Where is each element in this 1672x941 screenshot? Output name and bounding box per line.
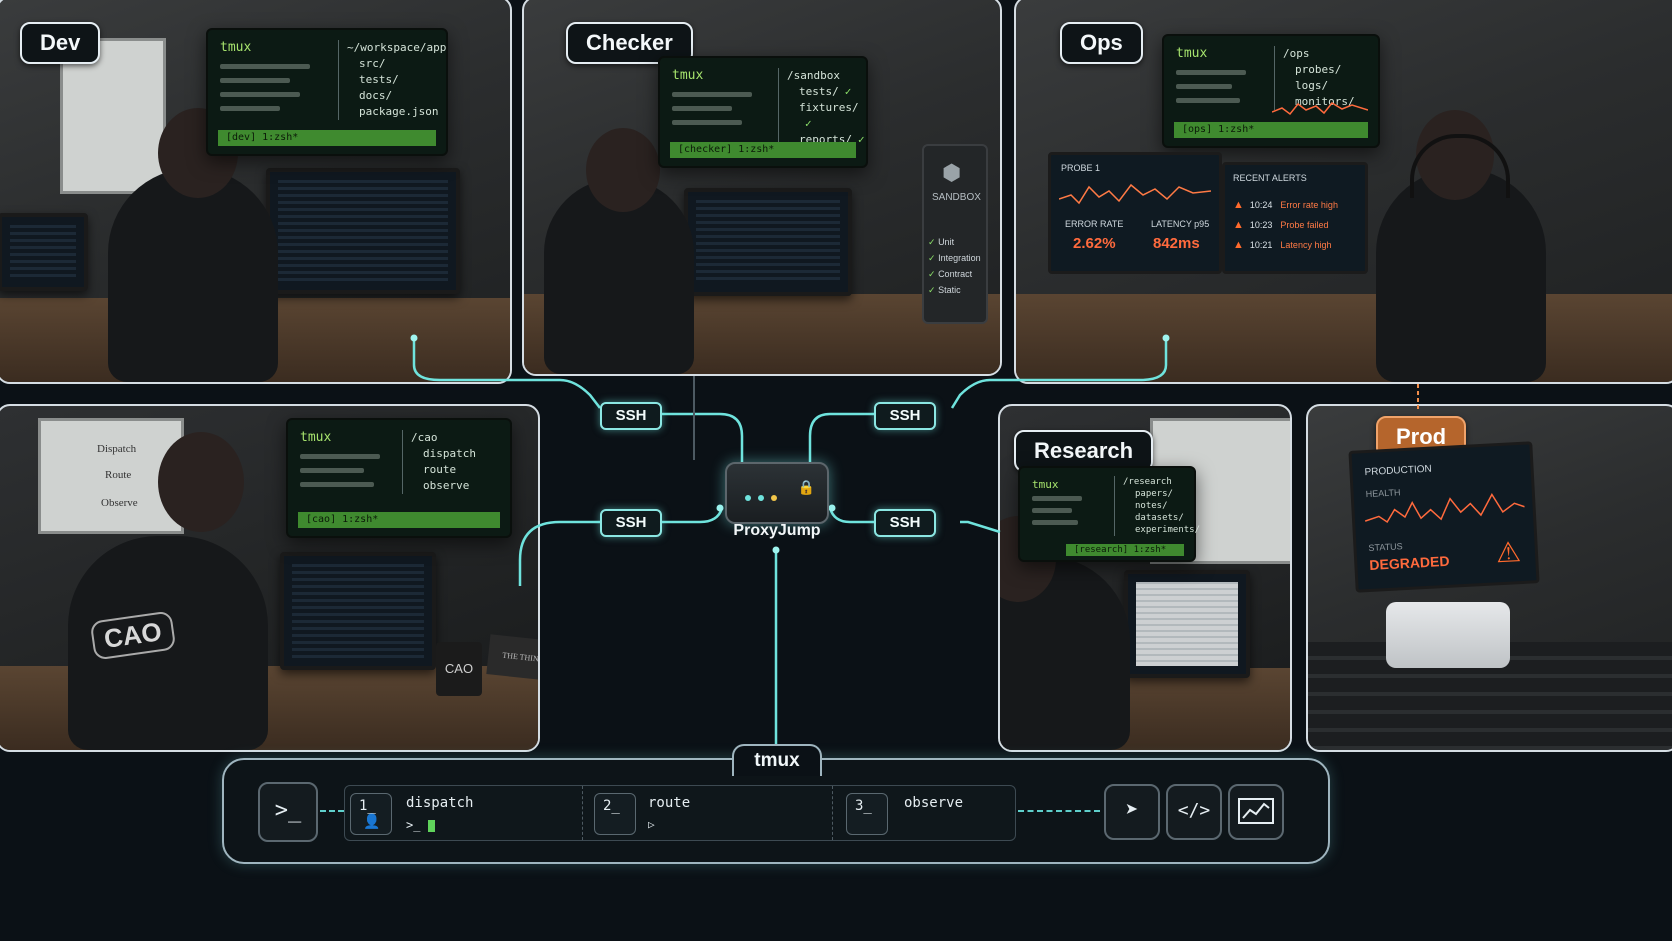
wire-ssh-tl [658, 412, 744, 462]
step-3-label[interactable]: observe [904, 795, 963, 811]
proxyjump-label: ProxyJump [733, 522, 821, 539]
ssh-link-research: SSH [874, 509, 936, 537]
step-1-label[interactable]: dispatch [406, 795, 473, 811]
proxyjump-device: 🔒 [725, 462, 829, 524]
wire-node [772, 546, 780, 554]
wire-ops [950, 338, 1168, 409]
step-3-number[interactable]: 3_ [846, 793, 888, 835]
code-icon[interactable]: </> [1166, 784, 1222, 840]
wire-ssh-tr [808, 412, 874, 462]
wire-research [960, 520, 1001, 534]
wire-cao [518, 520, 600, 586]
send-icon[interactable]: ➤ [1104, 784, 1160, 840]
dashed-connector [1018, 810, 1100, 812]
wire-ssh-br [828, 507, 874, 524]
step-2-prompt: ▷ [648, 818, 655, 831]
ssh-link-ops: SSH [874, 402, 936, 430]
chart-icon[interactable] [1228, 784, 1284, 840]
terminal-icon[interactable]: >_ [258, 782, 318, 842]
step-separator [832, 786, 833, 840]
step-separator [582, 786, 583, 840]
wire-node [716, 504, 724, 512]
step-2-number[interactable]: 2_ [594, 793, 636, 835]
wire-ssh-bl [658, 507, 724, 524]
wire-node [828, 504, 836, 512]
user-icon: 👤 [363, 814, 381, 830]
step-2-label[interactable]: route [648, 795, 690, 811]
tmux-steps [344, 785, 1016, 841]
ssh-link-dev: SSH [600, 402, 662, 430]
tmux-bar-title: tmux [732, 744, 822, 776]
wire-node [410, 334, 418, 342]
status-leds [745, 486, 784, 505]
ssh-link-cao: SSH [600, 509, 662, 537]
step-1-prompt: >_ [406, 818, 421, 832]
lock-icon: 🔒 [797, 480, 815, 496]
wire-dev [412, 338, 601, 409]
dashed-connector [320, 810, 344, 812]
wire-node [1162, 334, 1170, 342]
cursor-block [428, 820, 435, 832]
